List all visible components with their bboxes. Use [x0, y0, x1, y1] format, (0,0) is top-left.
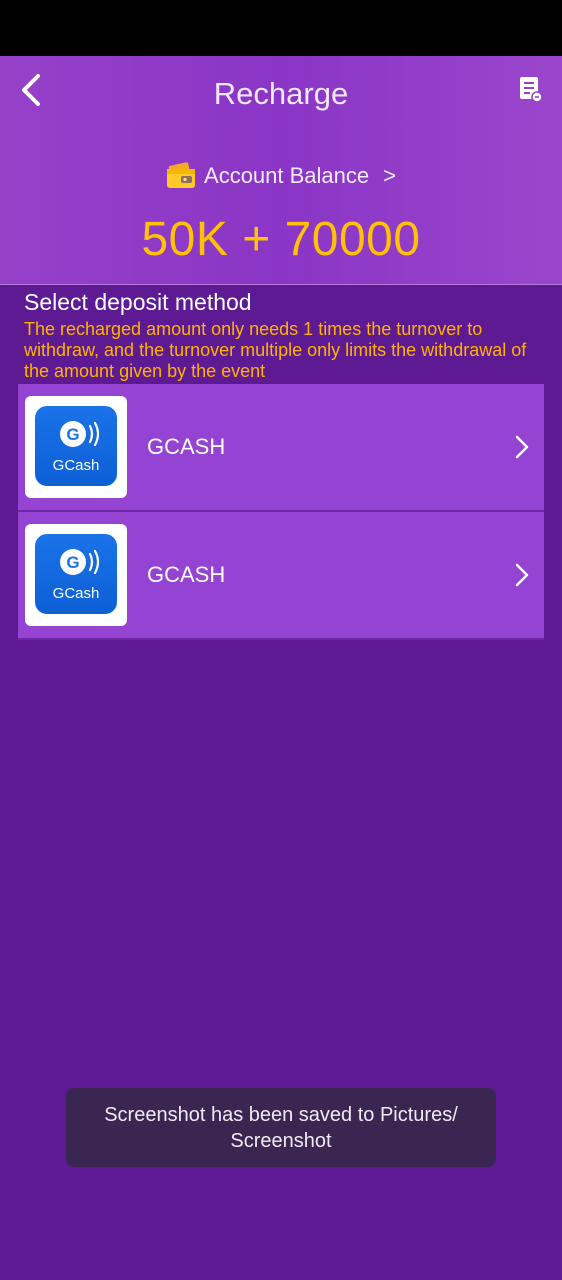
chevron-right-icon — [515, 435, 529, 459]
svg-text:GCash: GCash — [53, 585, 100, 602]
header: Recharge Account Balance > 50K + 70000 — [0, 56, 562, 285]
deposit-method-list: G GCash GCASH G GCash GCASH — [18, 384, 544, 640]
account-balance-label: Account Balance — [204, 163, 370, 188]
svg-text:G: G — [66, 425, 79, 444]
deposit-method-gcash-2[interactable]: G GCash GCASH — [18, 512, 544, 640]
page-title: Recharge — [213, 76, 349, 111]
svg-text:G: G — [66, 553, 79, 572]
svg-text:GCash: GCash — [53, 457, 100, 474]
record-button[interactable] — [518, 76, 544, 104]
method-name: GCASH — [147, 434, 226, 459]
method-name: GCASH — [147, 562, 226, 587]
gcash-logo: G GCash — [35, 534, 117, 614]
method-logo-frame: G GCash — [25, 396, 127, 498]
balance-value: 50K + 70000 — [141, 213, 421, 266]
chevron-right-icon — [515, 563, 529, 587]
turnover-notice: The recharged amount only needs 1 times … — [24, 319, 527, 381]
account-balance-arrow: > — [383, 163, 396, 188]
receipt-icon — [520, 77, 543, 103]
deposit-method-gcash-1[interactable]: G GCash GCASH — [18, 384, 544, 512]
wallet-icon — [167, 162, 196, 188]
method-logo-frame: G GCash — [25, 524, 127, 626]
gcash-logo: G GCash — [35, 406, 117, 486]
status-bar — [0, 0, 562, 56]
section-title: Select deposit method — [24, 289, 252, 315]
screenshot-toast: Screenshot has been saved to Pictures/ S… — [66, 1088, 496, 1167]
account-balance-link[interactable]: Account Balance > — [0, 160, 562, 192]
